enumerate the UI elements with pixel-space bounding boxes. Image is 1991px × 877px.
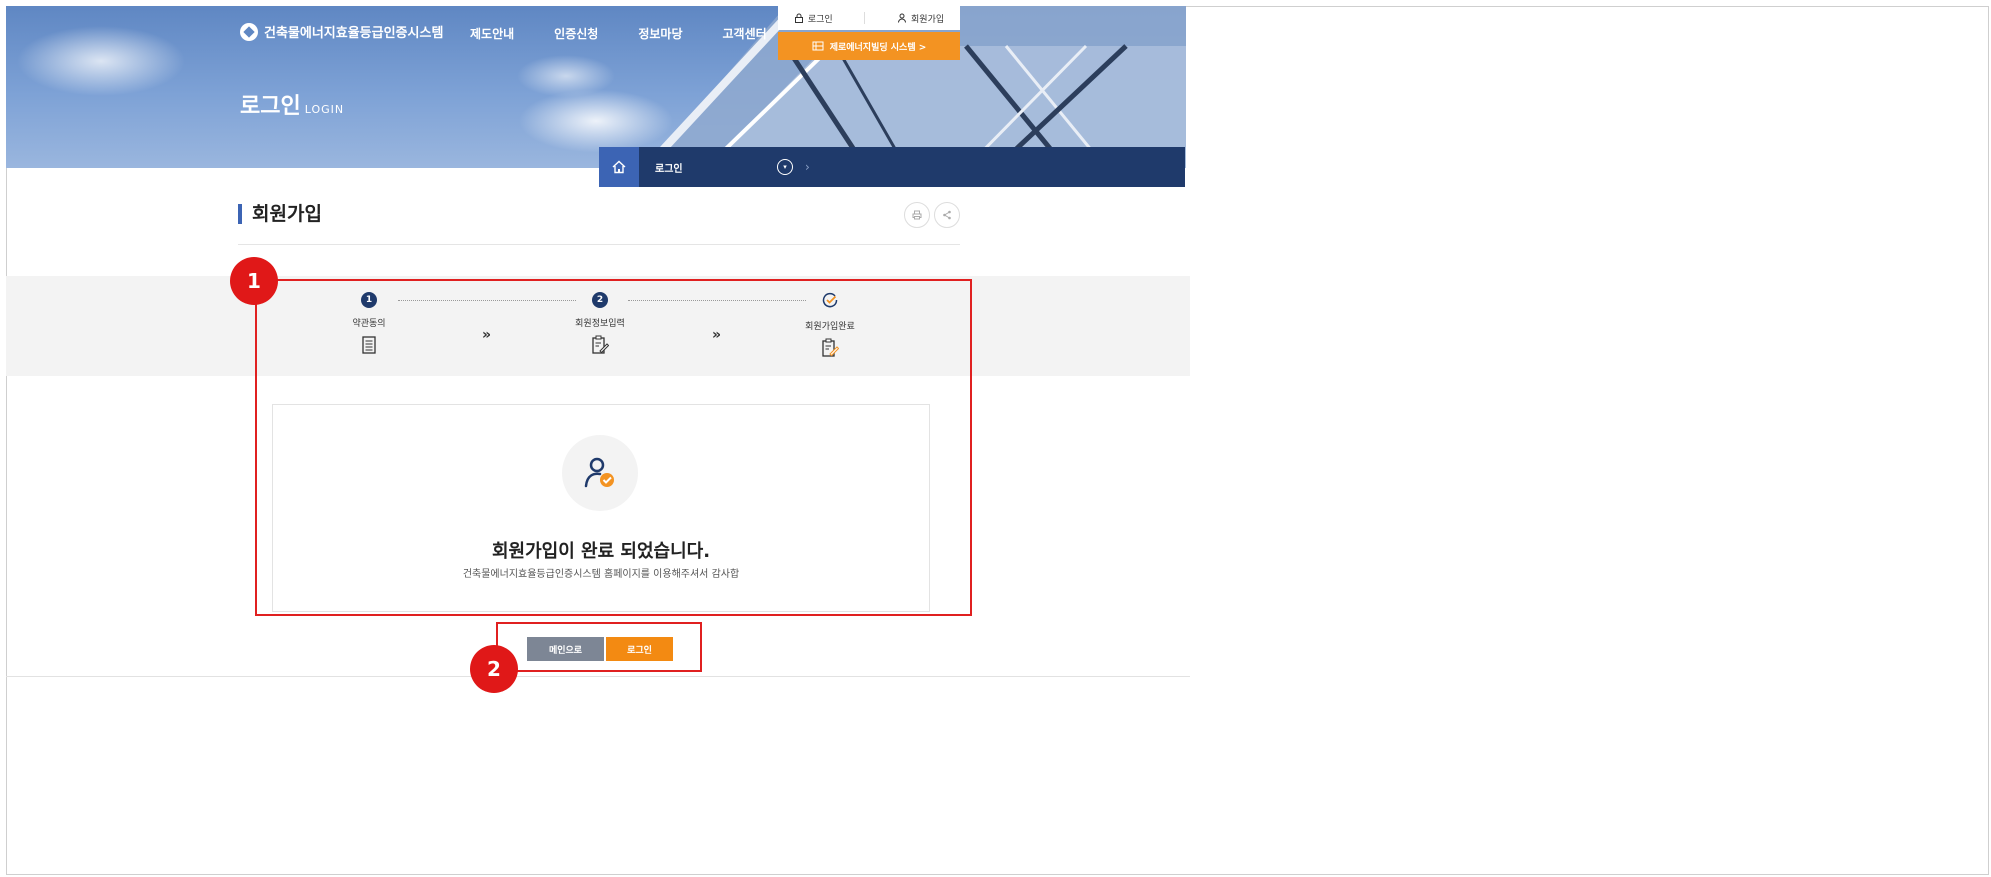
page-title-row: 회원가입 [238, 200, 960, 245]
home-button[interactable] [599, 147, 639, 187]
nav-item-system-guide[interactable]: 제도안내 [470, 25, 514, 42]
annotation-badge-1: 1 [230, 257, 278, 305]
zero-energy-label: 제로에너지빌딩 시스템 > [829, 42, 927, 53]
page-title: 회원가입 [238, 204, 322, 224]
location-dropdown-toggle[interactable]: ▾ [777, 159, 793, 175]
annotation-box-2 [496, 622, 702, 672]
chevron-down-icon: ▾ [783, 163, 787, 171]
util-join-label: 회원가입 [911, 14, 945, 25]
nav-item-customer-center[interactable]: 고객센터 [723, 25, 767, 42]
annotation-badge-2: 2 [470, 645, 518, 693]
share-button[interactable] [934, 202, 960, 228]
location-current: 로그인 [655, 163, 683, 175]
page-tools [904, 202, 960, 228]
util-divider [864, 12, 866, 24]
hero-title: 로그인 LOGIN [240, 88, 344, 120]
nav-item-info-plaza[interactable]: 정보마당 [638, 25, 682, 42]
zero-energy-system-button[interactable]: 제로에너지빌딩 시스템 > [778, 32, 960, 60]
print-icon [912, 210, 922, 220]
person-icon [898, 13, 907, 23]
logo-text: 건축물에너지효율등급인증시스템 [264, 26, 444, 41]
content-bottom-divider [6, 676, 1190, 677]
lock-icon [794, 13, 803, 23]
site-logo[interactable]: 건축물에너지효율등급인증시스템 [240, 22, 443, 41]
util-join-link[interactable]: 회원가입 [897, 12, 944, 25]
util-login-label: 로그인 [807, 14, 833, 25]
building-icon [812, 41, 824, 51]
share-icon [943, 210, 951, 220]
nav-item-certification-request[interactable]: 인증신청 [554, 25, 598, 42]
annotation-box-1 [255, 279, 972, 616]
print-button[interactable] [904, 202, 930, 228]
main-nav: 제도안내 인증신청 정보마당 고객센터 [470, 25, 767, 42]
home-icon [612, 160, 626, 174]
hero-title-text: 로그인 [240, 94, 301, 119]
chevron-right-icon: › [805, 160, 810, 174]
util-login-link[interactable]: 로그인 [794, 12, 833, 25]
location-bar: 로그인 ▾ › [599, 147, 1185, 187]
logo-mark-icon [240, 22, 258, 41]
top-utility-bar: 로그인 회원가입 [778, 6, 960, 30]
hero-subtitle: LOGIN [304, 103, 345, 116]
